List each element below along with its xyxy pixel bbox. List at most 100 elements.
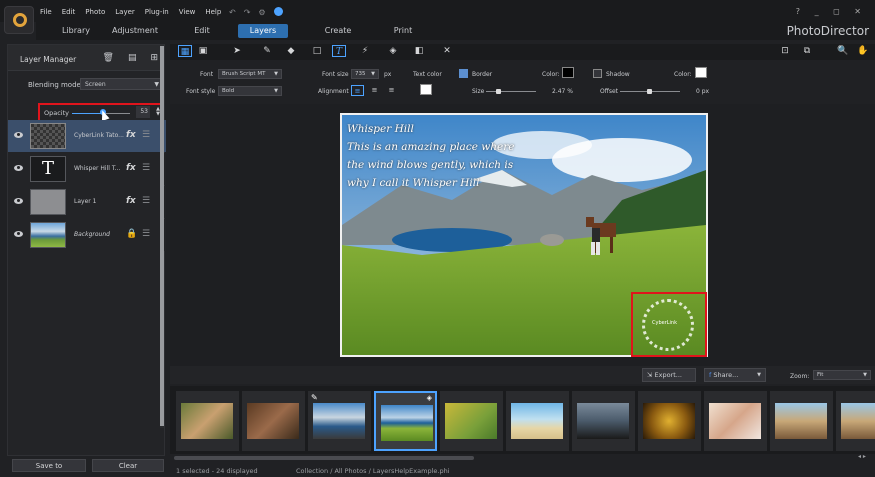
filmstrip-scrollbar[interactable]	[174, 456, 474, 460]
photo-thumbnail[interactable]	[572, 391, 635, 451]
settings-icon[interactable]: ⚙	[258, 8, 265, 17]
photo-thumbnail[interactable]	[176, 391, 239, 451]
blending-mode-select[interactable]: Screen ▼	[80, 78, 164, 90]
window-controls[interactable]: ? _ ◻ ✕	[796, 7, 867, 16]
layer-options-icon[interactable]: ☰	[142, 130, 150, 140]
tab-adjustment[interactable]: Adjustment	[112, 24, 158, 38]
chevron-down-icon: ▼	[863, 372, 867, 378]
photo-thumbnail-selected[interactable]: ◈	[374, 391, 437, 451]
share-label: Share...	[713, 371, 739, 379]
whisper-hill-text[interactable]: Whisper Hill This is an amazing place wh…	[347, 120, 514, 192]
menu-file[interactable]: File	[40, 8, 52, 16]
photo-thumbnail[interactable]	[770, 391, 833, 451]
close-tool-icon[interactable]: ✕	[440, 45, 454, 57]
layers-marker-icon: ◈	[426, 394, 432, 402]
delete-layer-icon[interactable]: 🗑	[103, 53, 114, 63]
slider-handle[interactable]	[496, 89, 501, 94]
fit-view-icon[interactable]: ▦	[178, 45, 192, 57]
photo-thumbnail[interactable]	[638, 391, 701, 451]
layer-row[interactable]: T Whisper Hill T... fx ☰	[8, 153, 166, 185]
brush-tool-icon[interactable]: ✎	[260, 45, 274, 57]
align-left-icon[interactable]: ≡	[351, 85, 364, 96]
photo-thumbnail[interactable]: ✎	[308, 391, 371, 451]
font-style-select[interactable]: Bold ▼	[218, 86, 282, 96]
menu-view[interactable]: View	[179, 8, 196, 16]
undo-icon[interactable]: ↶	[229, 8, 236, 17]
font-select[interactable]: Brush Script MT ▼	[218, 69, 282, 79]
compare-view-icon[interactable]: ⧉	[800, 45, 814, 57]
zoom-select[interactable]: Fit ▼	[813, 370, 871, 380]
gradient-tool-icon[interactable]: ◧	[412, 45, 426, 57]
layer-row[interactable]: CyberLink Tato... fx ☰	[8, 120, 166, 152]
rectangle-tool-icon[interactable]: □	[310, 45, 324, 57]
eye-icon[interactable]	[14, 198, 23, 204]
layer-name: Whisper Hill T...	[74, 165, 121, 172]
fx-icon[interactable]: fx	[126, 163, 136, 173]
align-center-icon[interactable]: ≡	[368, 85, 381, 96]
text-color-swatch[interactable]	[420, 84, 432, 95]
photo-thumbnail[interactable]	[836, 391, 875, 451]
border-checkbox[interactable]	[459, 69, 468, 78]
layer-list-scrollbar[interactable]	[160, 46, 164, 428]
menu-help[interactable]: Help	[205, 8, 221, 16]
tab-create[interactable]: Create	[318, 24, 358, 38]
live-update-icon[interactable]	[273, 7, 283, 16]
shadow-checkbox[interactable]	[593, 69, 602, 78]
eye-icon[interactable]	[14, 165, 23, 171]
opacity-value[interactable]: 53	[136, 106, 150, 118]
layer-options-icon[interactable]: ☰	[142, 196, 150, 206]
layer-options-icon[interactable]: ☰	[142, 163, 150, 173]
export-view-icon[interactable]: ⊡	[778, 45, 792, 57]
menu-edit[interactable]: Edit	[62, 8, 76, 16]
tab-layers[interactable]: Layers	[238, 24, 288, 38]
photo-thumbnail[interactable]	[506, 391, 569, 451]
layer-row[interactable]: Layer 1 fx ☰	[8, 186, 166, 218]
zoom-tool-icon[interactable]: 🔍	[836, 45, 850, 57]
text-tool-icon[interactable]: T	[332, 45, 346, 57]
menu-photo[interactable]: Photo	[85, 8, 105, 16]
menu-plugin[interactable]: Plug-in	[145, 8, 169, 16]
select-tool-icon[interactable]: ➤	[230, 45, 244, 57]
chevron-down-icon: ▼	[274, 88, 278, 94]
eye-icon[interactable]	[14, 132, 23, 138]
slider-handle[interactable]	[647, 89, 652, 94]
layer-menu-icon[interactable]: ▤	[128, 53, 137, 63]
eye-icon[interactable]	[14, 231, 23, 237]
thumbnail-image	[313, 403, 365, 439]
fill-bucket-tool-icon[interactable]: ◈	[386, 45, 400, 57]
tab-edit[interactable]: Edit	[185, 24, 219, 38]
shadow-color-swatch[interactable]	[695, 67, 707, 78]
fx-icon[interactable]: fx	[126, 196, 136, 206]
border-color-swatch[interactable]	[562, 67, 574, 78]
fx-icon[interactable]: fx	[126, 130, 136, 140]
layer-row[interactable]: Background 🔒 ☰	[8, 219, 166, 251]
scroll-arrows-icon[interactable]: ◂ ▸	[858, 453, 866, 460]
offset-slider[interactable]	[620, 89, 680, 94]
photo-thumbnail[interactable]	[242, 391, 305, 451]
tab-print[interactable]: Print	[388, 24, 418, 38]
eraser-tool-icon[interactable]: ◆	[284, 45, 298, 57]
clear-button[interactable]: Clear	[92, 459, 164, 472]
thumbnail-image	[445, 403, 497, 439]
align-right-icon[interactable]: ≡	[385, 85, 398, 96]
export-button[interactable]: ⇲ Export...	[642, 368, 696, 382]
tab-library[interactable]: Library	[56, 24, 96, 38]
redo-icon[interactable]: ↷	[244, 8, 251, 17]
magic-wand-tool-icon[interactable]: ⚡	[358, 45, 372, 57]
save-to-button[interactable]: Save to	[12, 459, 86, 472]
lock-icon[interactable]: 🔒	[126, 229, 137, 239]
font-size-select[interactable]: 735 ▼	[351, 69, 379, 79]
hand-tool-icon[interactable]: ✋	[856, 45, 870, 57]
thumbnail-image	[643, 403, 695, 439]
menu-layer[interactable]: Layer	[115, 8, 135, 16]
font-size-label: Font size	[322, 71, 349, 78]
photo-thumbnail[interactable]	[440, 391, 503, 451]
scrollbar-thumb[interactable]	[160, 46, 164, 426]
share-button[interactable]: f Share... ▼	[704, 368, 766, 382]
border-size-slider[interactable]	[486, 89, 536, 94]
layer-options-icon[interactable]: ☰	[142, 229, 150, 239]
app-logo-icon[interactable]	[4, 6, 34, 34]
add-layer-icon[interactable]: ⊞	[150, 53, 158, 63]
image-view-icon[interactable]: ▣	[196, 45, 210, 57]
photo-thumbnail[interactable]	[704, 391, 767, 451]
